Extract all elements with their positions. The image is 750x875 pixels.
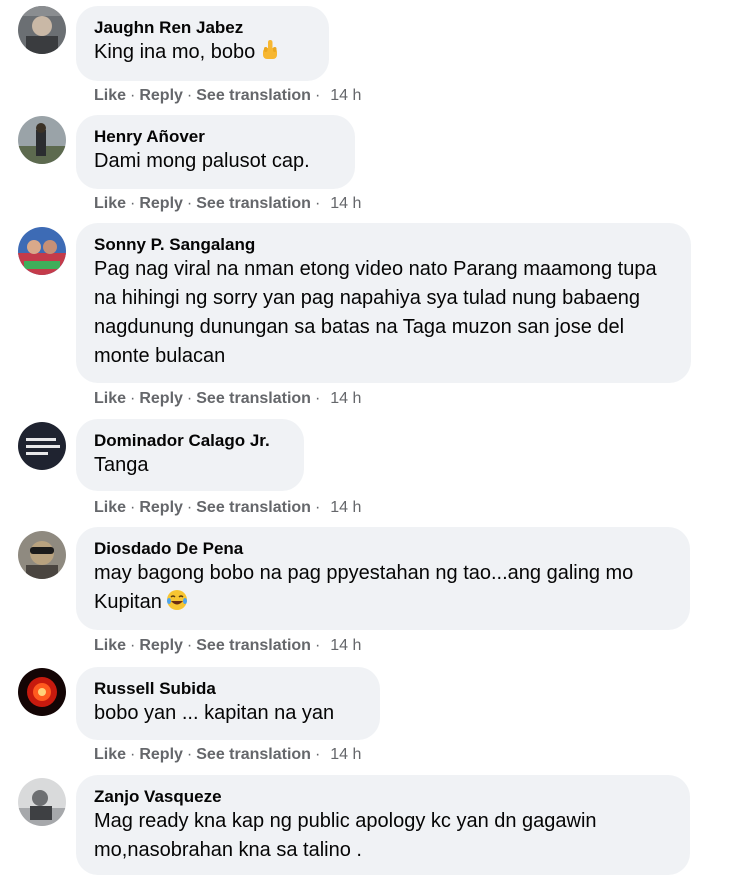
separator: · [314, 87, 321, 104]
comment-author[interactable]: Zanjo Vasqueze [94, 787, 670, 807]
separator: · [186, 390, 193, 407]
avatar[interactable] [18, 778, 66, 826]
separator: · [314, 746, 321, 763]
timestamp[interactable]: 14 h [330, 87, 361, 104]
separator: · [130, 195, 136, 212]
comment-actions: Like · Reply · See translation · 14 h [94, 194, 361, 214]
comment-author[interactable]: Diosdado De Pena [94, 539, 670, 559]
see-translation-button[interactable]: See translation [196, 390, 311, 407]
timestamp[interactable]: 14 h [330, 746, 361, 763]
separator: · [186, 746, 193, 763]
comment-bubble: Zanjo Vasqueze Mag ready kna kap ng publ… [76, 775, 690, 875]
comment-bubble: Dominador Calago Jr. Tanga [76, 419, 304, 491]
separator: · [130, 87, 136, 104]
comment-text: Mag ready kna kap ng public apology kc y… [94, 810, 597, 861]
avatar[interactable] [18, 227, 66, 275]
timestamp[interactable]: 14 h [330, 637, 361, 654]
reply-button[interactable]: Reply [139, 195, 183, 212]
comment-author[interactable]: Dominador Calago Jr. [94, 431, 284, 451]
comment-author[interactable]: Russell Subida [94, 679, 360, 699]
comment-text: Tanga [94, 454, 149, 476]
separator: · [130, 746, 136, 763]
reply-button[interactable]: Reply [139, 87, 183, 104]
reply-button[interactable]: Reply [139, 499, 183, 516]
separator: · [186, 637, 193, 654]
comment-author[interactable]: Sonny P. Sangalang [94, 235, 667, 255]
comment-bubble: Jaughn Ren Jabez King ina mo, bobo [76, 6, 329, 81]
timestamp[interactable]: 14 h [330, 195, 361, 212]
like-button[interactable]: Like [94, 746, 126, 763]
timestamp[interactable]: 14 h [330, 499, 361, 516]
separator: · [186, 195, 193, 212]
separator: · [314, 637, 321, 654]
comment-actions: Like · Reply · See translation · 14 h [94, 498, 361, 518]
like-button[interactable]: Like [94, 195, 126, 212]
separator: · [186, 87, 193, 104]
like-button[interactable]: Like [94, 87, 126, 104]
comment-bubble: Diosdado De Pena may bagong bobo na pag … [76, 527, 690, 630]
comment-actions: Like · Reply · See translation · 14 h [94, 86, 361, 106]
see-translation-button[interactable]: See translation [196, 637, 311, 654]
reply-button[interactable]: Reply [139, 637, 183, 654]
separator: · [130, 390, 136, 407]
separator: · [314, 499, 321, 516]
see-translation-button[interactable]: See translation [196, 499, 311, 516]
comment-text: Dami mong palusot cap. [94, 150, 310, 172]
like-button[interactable]: Like [94, 499, 126, 516]
comment-actions: Like · Reply · See translation · 14 h [94, 636, 361, 656]
avatar[interactable] [18, 6, 66, 54]
reply-button[interactable]: Reply [139, 746, 183, 763]
separator: · [130, 499, 136, 516]
avatar[interactable] [18, 668, 66, 716]
comment-text: bobo yan ... kapitan na yan [94, 702, 335, 724]
see-translation-button[interactable]: See translation [196, 87, 311, 104]
comment-author[interactable]: Henry Añover [94, 127, 335, 147]
separator: · [314, 195, 321, 212]
comment-text: King ina mo, bobo [94, 41, 256, 63]
avatar[interactable] [18, 116, 66, 164]
laughing-tears-emoji-icon [166, 589, 188, 611]
like-button[interactable]: Like [94, 390, 126, 407]
like-button[interactable]: Like [94, 637, 126, 654]
comment-actions: Like · Reply · See translation · 14 h [94, 389, 361, 409]
comment-text: Pag nag viral na nman etong video nato P… [94, 258, 657, 367]
comment-author[interactable]: Jaughn Ren Jabez [94, 18, 309, 38]
comment-bubble: Russell Subida bobo yan ... kapitan na y… [76, 667, 380, 740]
comment-bubble: Henry Añover Dami mong palusot cap. [76, 115, 355, 189]
middle-finger-emoji-icon [259, 39, 281, 61]
separator: · [130, 637, 136, 654]
reply-button[interactable]: Reply [139, 390, 183, 407]
comment-actions: Like · Reply · See translation · 14 h [94, 745, 361, 765]
avatar[interactable] [18, 422, 66, 470]
see-translation-button[interactable]: See translation [196, 195, 311, 212]
separator: · [314, 390, 321, 407]
comment-bubble: Sonny P. Sangalang Pag nag viral na nman… [76, 223, 691, 383]
separator: · [186, 499, 193, 516]
see-translation-button[interactable]: See translation [196, 746, 311, 763]
avatar[interactable] [18, 531, 66, 579]
timestamp[interactable]: 14 h [330, 390, 361, 407]
